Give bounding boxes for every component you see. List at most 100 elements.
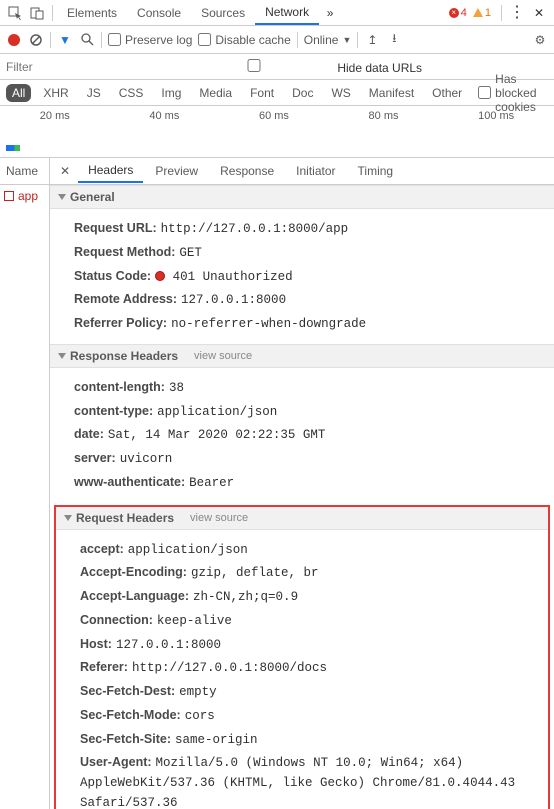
preserve-log-checkbox[interactable]: Preserve log	[108, 33, 192, 47]
warning-badge[interactable]: 1	[473, 7, 491, 19]
filter-type-media[interactable]: Media	[193, 84, 238, 102]
general-referrer-value: no-referrer-when-downgrade	[171, 317, 366, 331]
req-accept-encoding-key: Accept-Encoding:	[80, 565, 187, 579]
filter-type-other[interactable]: Other	[426, 84, 468, 102]
filter-type-font[interactable]: Font	[244, 84, 280, 102]
timeline-tick: 40 ms	[149, 110, 179, 122]
general-method-key: Request Method:	[74, 245, 175, 259]
resp-www-auth-key: www-authenticate:	[74, 475, 185, 489]
filter-type-js[interactable]: JS	[81, 84, 107, 102]
resp-date-key: date:	[74, 427, 104, 441]
timeline-request-marker	[6, 145, 20, 151]
throttling-select[interactable]: Online ▼	[304, 33, 352, 47]
resp-content-type-value: application/json	[157, 405, 277, 419]
resp-content-length-key: content-length:	[74, 380, 165, 394]
section-general[interactable]: General	[50, 185, 554, 209]
filter-type-doc[interactable]: Doc	[286, 84, 319, 102]
section-request-headers[interactable]: Request Headers view source	[56, 507, 548, 530]
req-accept-language-value: zh-CN,zh;q=0.9	[193, 590, 298, 604]
hide-data-urls-label: Hide data URLs	[337, 61, 422, 75]
clear-icon[interactable]	[28, 32, 44, 48]
hide-data-urls-checkbox[interactable]: Hide data URLs	[174, 59, 422, 75]
general-status-value: 401 Unauthorized	[173, 270, 293, 284]
record-button[interactable]	[6, 32, 22, 48]
section-request-title: Request Headers	[76, 511, 174, 525]
general-remote-key: Remote Address:	[74, 292, 177, 306]
detail-tab-headers[interactable]: Headers	[78, 159, 143, 183]
device-toggle-icon[interactable]	[26, 2, 48, 24]
timeline-tick: 60 ms	[259, 110, 289, 122]
preserve-log-label: Preserve log	[125, 33, 192, 47]
detail-tab-preview[interactable]: Preview	[145, 160, 208, 182]
tab-elements[interactable]: Elements	[57, 2, 127, 24]
req-host-value: 127.0.0.1:8000	[116, 638, 221, 652]
req-referer-key: Referer:	[80, 660, 128, 674]
req-host-key: Host:	[80, 637, 112, 651]
timeline-tick: 20 ms	[40, 110, 70, 122]
general-remote-value: 127.0.0.1:8000	[181, 293, 286, 307]
disable-cache-checkbox[interactable]: Disable cache	[198, 33, 290, 47]
req-accept-encoding-value: gzip, deflate, br	[191, 566, 319, 580]
detail-tab-timing[interactable]: Timing	[348, 160, 404, 182]
filter-input[interactable]	[6, 60, 166, 74]
error-count: 4	[461, 7, 467, 19]
more-tabs-icon[interactable]: »	[319, 2, 341, 24]
resp-server-value: uvicorn	[120, 452, 173, 466]
filter-type-manifest[interactable]: Manifest	[363, 84, 420, 102]
general-url-key: Request URL:	[74, 221, 157, 235]
name-column-header[interactable]: Name	[0, 158, 49, 185]
resp-date-value: Sat, 14 Mar 2020 02:22:35 GMT	[108, 428, 326, 442]
filter-type-all[interactable]: All	[6, 84, 31, 102]
general-method-value: GET	[179, 246, 202, 260]
filter-type-xhr[interactable]: XHR	[37, 84, 74, 102]
request-name: app	[18, 189, 38, 203]
general-referrer-key: Referrer Policy:	[74, 316, 167, 330]
general-url-value: http://127.0.0.1:8000/app	[161, 222, 349, 236]
request-row-app[interactable]: app	[0, 185, 49, 207]
req-accept-key: accept:	[80, 542, 124, 556]
close-devtools-icon[interactable]: ✕	[528, 2, 550, 24]
settings-gear-icon[interactable]: ⚙	[532, 32, 548, 48]
detail-tab-response[interactable]: Response	[210, 160, 284, 182]
throttling-value: Online	[304, 33, 339, 47]
filter-type-ws[interactable]: WS	[325, 84, 356, 102]
general-status-key: Status Code:	[74, 269, 151, 283]
filter-type-css[interactable]: CSS	[113, 84, 150, 102]
req-user-agent-key: User-Agent:	[80, 755, 152, 769]
section-general-title: General	[70, 190, 115, 204]
req-accept-language-key: Accept-Language:	[80, 589, 189, 603]
view-source-request[interactable]: view source	[190, 512, 248, 524]
section-response-headers[interactable]: Response Headers view source	[50, 344, 554, 368]
req-connection-key: Connection:	[80, 613, 153, 627]
inspect-icon[interactable]	[4, 2, 26, 24]
kebab-menu-icon[interactable]: ⋮	[506, 2, 528, 24]
resp-server-key: server:	[74, 451, 116, 465]
req-sec-fetch-mode-key: Sec-Fetch-Mode:	[80, 708, 181, 722]
req-connection-value: keep-alive	[157, 614, 232, 628]
error-badge[interactable]: ×4	[449, 7, 467, 19]
detail-tab-initiator[interactable]: Initiator	[286, 160, 345, 182]
filter-type-img[interactable]: Img	[155, 84, 187, 102]
req-sec-fetch-dest-key: Sec-Fetch-Dest:	[80, 684, 175, 698]
upload-har-icon[interactable]: ↥	[364, 32, 380, 48]
resp-content-length-value: 38	[169, 381, 184, 395]
tab-console[interactable]: Console	[127, 2, 191, 24]
timeline-overview[interactable]: 20 ms 40 ms 60 ms 80 ms 100 ms	[0, 106, 554, 158]
disable-cache-label: Disable cache	[215, 33, 290, 47]
warning-count: 1	[485, 7, 491, 19]
close-details-icon[interactable]: ✕	[54, 164, 76, 178]
timeline-tick: 80 ms	[369, 110, 399, 122]
req-sec-fetch-site-value: same-origin	[175, 733, 258, 747]
resp-content-type-key: content-type:	[74, 404, 153, 418]
resp-www-auth-value: Bearer	[189, 476, 234, 490]
filter-icon[interactable]: ▼	[57, 32, 73, 48]
search-icon[interactable]	[79, 32, 95, 48]
tab-sources[interactable]: Sources	[191, 2, 255, 24]
section-response-title: Response Headers	[70, 349, 178, 363]
req-referer-value: http://127.0.0.1:8000/docs	[132, 661, 327, 675]
status-dot-icon	[155, 271, 165, 281]
tab-network[interactable]: Network	[255, 1, 319, 25]
view-source-response[interactable]: view source	[194, 350, 252, 362]
req-accept-value: application/json	[128, 543, 248, 557]
download-har-icon[interactable]: ⭳	[386, 32, 402, 48]
